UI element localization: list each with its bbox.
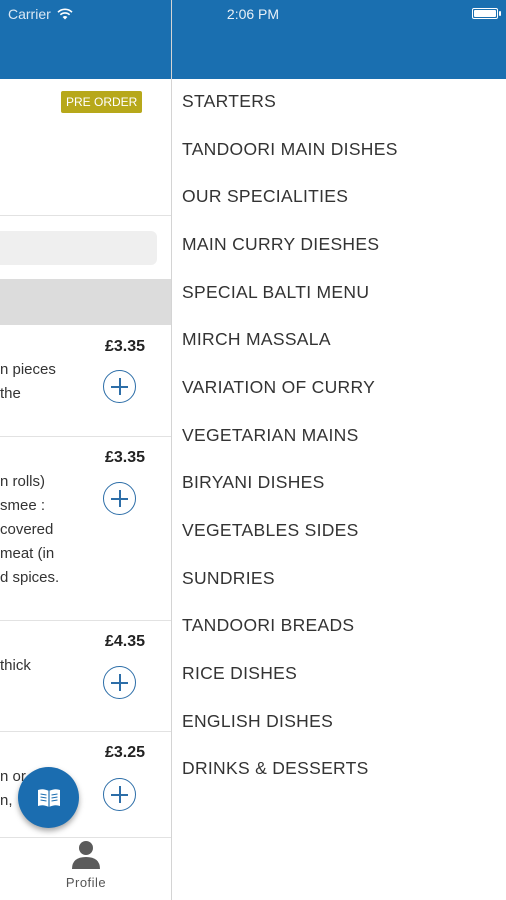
item-description-line: covered — [0, 521, 54, 538]
item-description-line: thick — [0, 657, 31, 674]
category-drawer: STARTERS TANDOORI MAIN DISHES OUR SPECIA… — [172, 79, 506, 900]
add-item-button[interactable] — [103, 778, 136, 811]
item-price: £3.35 — [104, 338, 145, 355]
item-description-line: n, — [0, 792, 13, 809]
menu-item-biryani-dishes[interactable]: BIRYANI DISHES — [182, 472, 325, 493]
list-item[interactable]: thick £4.35 — [0, 620, 172, 731]
menu-item-drinks-desserts[interactable]: DRINKS & DESSERTS — [182, 758, 369, 779]
menu-item-special-balti-menu[interactable]: SPECIAL BALTI MENU — [182, 282, 369, 303]
item-description-line: n pieces — [0, 361, 56, 378]
bottom-nav-divider — [0, 837, 172, 838]
menu-item-tandoori-breads[interactable]: TANDOORI BREADS — [182, 615, 354, 636]
item-description-line: d spices. — [0, 569, 60, 586]
item-price: £3.35 — [104, 449, 145, 466]
battery-icon — [472, 8, 501, 19]
menu-item-mirch-massala[interactable]: MIRCH MASSALA — [182, 329, 331, 350]
profile-icon — [72, 841, 100, 869]
item-description-line: smee : — [0, 497, 46, 514]
add-item-button[interactable] — [103, 666, 136, 699]
menu-item-tandoori-main-dishes[interactable]: TANDOORI MAIN DISHES — [182, 139, 398, 160]
item-price: £3.25 — [104, 744, 145, 761]
tab-profile[interactable]: Profile — [56, 839, 116, 890]
menu-list-panel: PRE ORDER n pieces the £3.35 n rolls) sm… — [0, 79, 172, 900]
menu-item-starters[interactable]: STARTERS — [182, 91, 276, 112]
divider — [0, 215, 172, 216]
book-icon — [37, 788, 60, 807]
item-description-line: the — [0, 385, 21, 402]
search-input[interactable] — [0, 231, 157, 265]
menu-item-sundries[interactable]: SUNDRIES — [182, 568, 275, 589]
menu-item-main-curry-dishes[interactable]: MAIN CURRY DIESHES — [182, 234, 379, 255]
list-item[interactable]: n pieces the £3.35 — [0, 325, 172, 436]
category-header — [0, 279, 172, 325]
pre-order-badge[interactable]: PRE ORDER — [61, 91, 143, 113]
status-time: 2:06 PM — [226, 6, 280, 22]
menu-item-vegetables-sides[interactable]: VEGETABLES SIDES — [182, 520, 359, 541]
menu-item-our-specialities[interactable]: OUR SPECIALITIES — [182, 186, 348, 207]
list-item[interactable]: n rolls) smee : covered meat (in d spice… — [0, 436, 172, 620]
item-description-line: n rolls) — [0, 473, 46, 490]
add-item-button[interactable] — [103, 482, 136, 515]
menu-item-english-dishes[interactable]: ENGLISH DISHES — [182, 711, 333, 732]
item-description-line: meat (in — [0, 545, 55, 562]
menu-item-rice-dishes[interactable]: RICE DISHES — [182, 663, 297, 684]
add-item-button[interactable] — [103, 370, 136, 403]
menu-book-button[interactable] — [18, 767, 79, 828]
menu-item-vegetarian-mains[interactable]: VEGETARIAN MAINS — [182, 425, 359, 446]
tab-profile-label: Profile — [65, 875, 107, 890]
menu-item-variation-of-curry[interactable]: VARIATION OF CURRY — [182, 377, 375, 398]
app-header: Carrier 2:06 PM — [0, 0, 506, 79]
item-price: £4.35 — [104, 633, 145, 650]
